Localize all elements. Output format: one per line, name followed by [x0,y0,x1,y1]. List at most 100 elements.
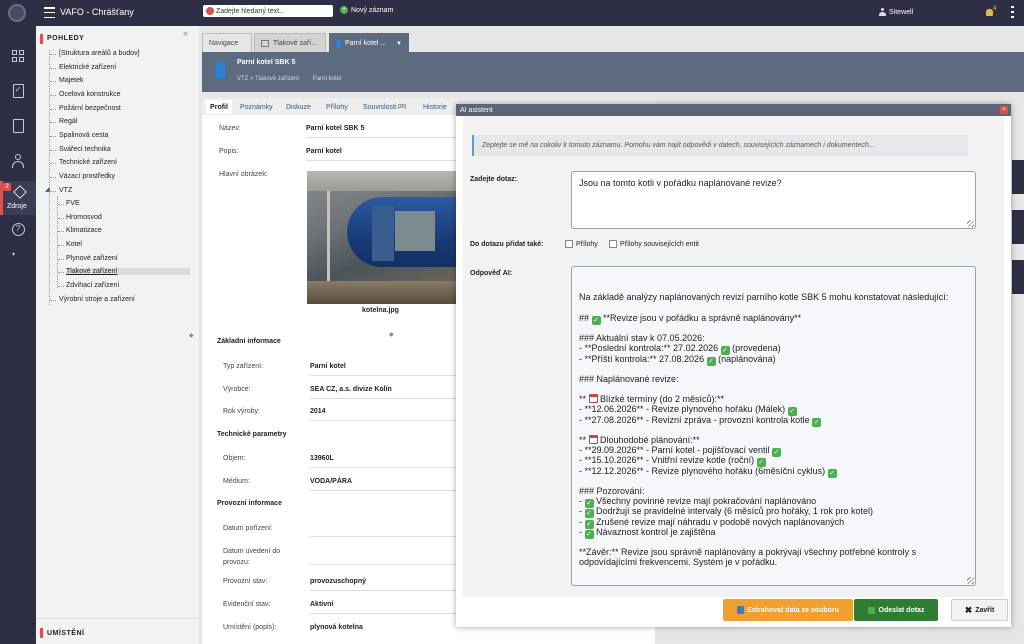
send-icon [867,606,875,614]
registry-state-value[interactable]: Aktivní [310,601,333,608]
app-logo[interactable] [8,4,26,22]
new-record-button[interactable]: + Nový záznam [340,6,393,14]
manufacturer-value[interactable]: SEA CZ, a.s. divize Kolín [310,386,392,393]
tree-item[interactable]: Tlakové zařízení [66,268,190,276]
tree-item[interactable]: Kotel [66,241,82,248]
tree-item[interactable]: Elektrické zařízení [59,64,116,71]
resize-handle-icon[interactable] [967,220,974,227]
tab-dropdown-icon[interactable]: ▼ [396,41,402,47]
side-rail: ✓ 2 Zdroje ? ▾ [0,26,36,644]
answer-line: - **12.06.2026** - Revize plynového hořá… [579,404,968,417]
tree-item[interactable]: Požární bezpečnost [59,105,121,112]
tab-navigation-label: Navigace [209,40,239,47]
tree-item[interactable]: Výrobní stroje a zařízení [59,296,135,303]
tab-notes[interactable]: Poznámky [240,100,273,114]
dashboard-button[interactable] [0,41,36,71]
tree-item[interactable]: Majetek [59,77,84,84]
upload-icon [737,606,745,614]
rail-expand-icon[interactable]: ▾ [12,251,15,258]
more-icon[interactable] [1011,6,1014,18]
tree-item[interactable]: Svářecí technika [59,146,111,153]
user-icon [879,8,886,16]
type-value[interactable]: Parní kotel [310,363,346,370]
operating-state-label: Provozní stav: [223,578,268,585]
tab-discussion[interactable]: Diskuze [286,100,311,114]
query-label: Zadejte dotaz: [470,176,518,183]
location-value[interactable]: plynová kotelna [310,624,363,631]
record-header [202,52,1024,92]
breadcrumb-path[interactable]: VTZ > Tlakové zařízení [237,76,299,82]
send-query-button[interactable]: Odeslat dotaz [854,599,938,621]
volume-value[interactable]: 13960L [310,455,334,462]
boiler-photo[interactable] [307,171,457,304]
resize-handle-icon[interactable] [967,577,974,584]
ai-answer-textarea[interactable]: Na základě analýzy naplánovaných revizí … [571,266,976,586]
medium-value[interactable]: VODA/PÁRA [310,478,352,485]
right-panel-block-1 [1012,160,1024,194]
tree-item[interactable]: Hromosvod [66,214,102,221]
type-label: Typ zařízení: [223,363,264,370]
documents-button[interactable] [0,111,36,141]
dialog-title: AI asistent [460,106,493,114]
name-value[interactable]: Parní kotel SBK 5 [306,125,364,132]
attach-label: Do dotazu přidat také: [470,241,544,248]
tasks-button[interactable]: ✓ [0,76,36,106]
answer-text-suffix: Dlouhodobé plánování:** [597,435,700,446]
query-textarea[interactable]: Jsou na tomto kotli v pořádku naplánovan… [571,171,976,229]
tree-item[interactable]: Zdvihací zařízení [66,282,119,289]
answer-text: Na základě analýzy naplánovaných revizí … [579,292,949,303]
tab-pressure-equipment[interactable]: Tlakové zaří... [254,33,326,53]
related-attachments-checkbox-box[interactable] [609,240,617,248]
tree-expand-icon[interactable]: ◢ [45,186,50,193]
related-attachments-checkbox[interactable]: Přílohy souvisejících entit [609,240,699,248]
tree-splitter-icon[interactable]: ◆ [189,332,194,339]
hamburger-menu-icon[interactable] [44,7,55,18]
tab-attachments[interactable]: Přílohy [326,100,348,114]
notification-count: 4 [993,6,997,12]
answer-line: - ✓ Zrušené revize mají náhradu v podobě… [579,517,968,529]
user-menu[interactable]: Sitewell [879,8,913,16]
tree-item[interactable]: Klimatizace [66,227,102,234]
tree-item[interactable]: Vázací prostředky [59,173,115,180]
tree-item[interactable]: Plynové zařízení [66,255,118,262]
tree-item[interactable]: Ocelová konstrukce [59,91,120,98]
description-value[interactable]: Parní kotel [306,148,342,155]
tab-profile[interactable]: Profil [206,100,232,114]
tree-item[interactable]: [Struktura areálů a budov] [59,50,140,57]
tree-item[interactable]: FVE [66,200,80,207]
tab-history[interactable]: Historie [423,100,447,114]
close-dialog-label: Zavřít [975,606,995,614]
image-splitter-icon[interactable]: ◆ [389,331,394,338]
extract-data-label: Extrahovat data ze souboru [747,606,839,614]
operating-state-value[interactable]: provozuschopný [310,578,366,585]
tree-item[interactable]: Spalinová cesta [59,132,108,139]
notifications-button[interactable]: 4 [986,6,1000,18]
tree-connector [58,231,64,233]
table-icon [261,40,269,47]
answer-text: - **27.08.2026** - Revizní zpráva - prov… [579,414,813,425]
tree-item[interactable]: VTZ [59,187,72,194]
year-label: Rok výroby: [223,408,260,415]
help-button[interactable]: ? [0,214,36,244]
tab-relations[interactable]: Souvislosti (20) [363,100,406,114]
tree-item[interactable]: Regál [59,118,77,125]
tree-item[interactable]: Technické zařízení [59,159,117,166]
search-input[interactable]: Zadejte hledaný text... [203,5,333,17]
tab-navigation[interactable]: Navigace [202,33,252,53]
users-button[interactable] [0,146,36,176]
close-icon[interactable]: × [1000,106,1008,114]
answer-text: - [579,526,585,537]
resources-button[interactable]: 2 Zdroje [0,181,36,215]
breadcrumb-current: Parní kotel [312,76,342,82]
acquisition-date-label: Datum pořízení: [223,525,273,532]
attachments-checkbox-box[interactable] [565,240,573,248]
attachments-checkbox[interactable]: Přílohy [565,240,598,248]
tab-steam-boiler[interactable]: Parní kotel ... ▼ [329,33,409,53]
check-icon: ✓ [706,356,716,366]
collapse-panel-icon[interactable]: « [183,28,188,38]
year-value[interactable]: 2014 [310,408,326,415]
close-dialog-button[interactable]: ✖ Zavřít [951,599,1008,621]
answer-text: - **12.12.2026** - Revize plynového hořá… [579,465,828,476]
tree-footer: UMÍSTĚNÍ [47,630,85,637]
extract-data-button[interactable]: Extrahovat data ze souboru [723,599,853,621]
